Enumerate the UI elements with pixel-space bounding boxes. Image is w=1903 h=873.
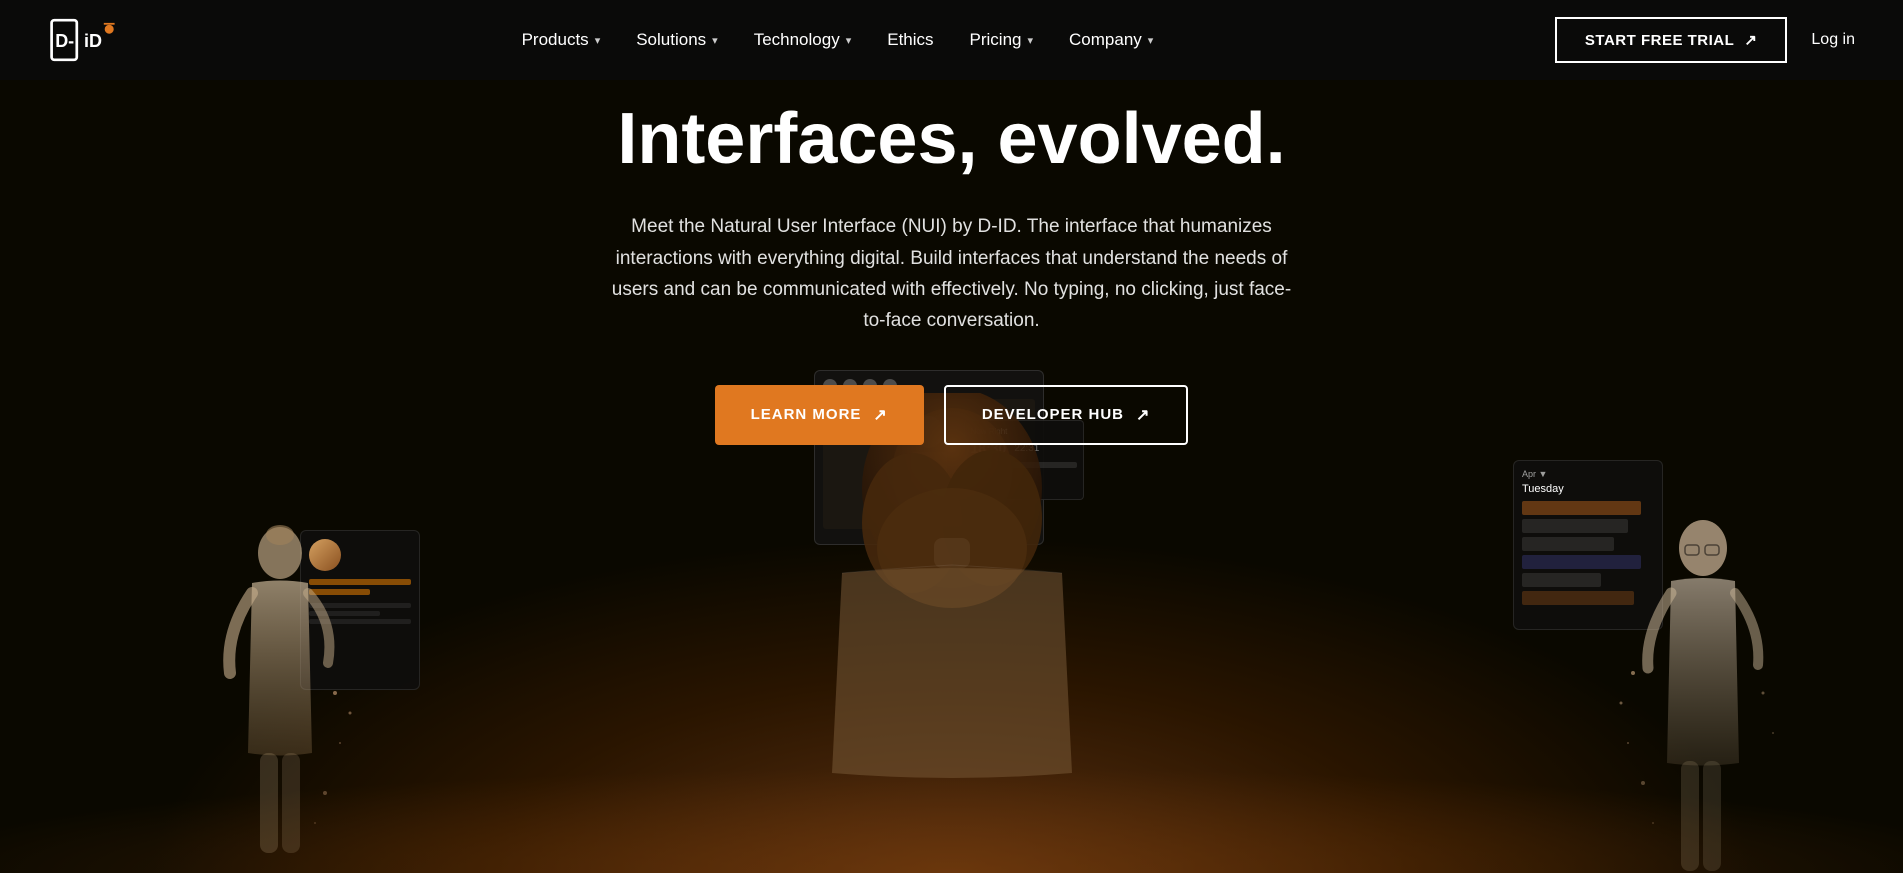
nav-item-ethics[interactable]: Ethics [887, 30, 933, 50]
hero-section: Now Right 18:30 22:31 Apr ▼ Tuesday [0, 0, 1903, 873]
arrow-icon: ↗ [1136, 405, 1150, 425]
nav-item-solutions[interactable]: Solutions ▾ [636, 30, 717, 50]
nav-right: START FREE TRIAL ↗ Log in [1555, 17, 1855, 63]
login-button[interactable]: Log in [1811, 31, 1855, 49]
nav-label-ethics: Ethics [887, 30, 933, 50]
hero-content: Interfaces, evolved. Meet the Natural Us… [612, 100, 1292, 385]
chevron-down-icon: ▾ [712, 34, 718, 47]
nav-label-technology: Technology [754, 30, 840, 50]
nav-label-products: Products [522, 30, 589, 50]
trial-arrow-icon: ↗ [1744, 31, 1757, 49]
chevron-down-icon: ▾ [1028, 34, 1034, 47]
chevron-down-icon: ▾ [595, 34, 601, 47]
nav-item-pricing[interactable]: Pricing ▾ [970, 30, 1034, 50]
hero-subtitle: Meet the Natural User Interface (NUI) by… [612, 211, 1292, 336]
nav-label-company: Company [1069, 30, 1142, 50]
nav-item-company[interactable]: Company ▾ [1069, 30, 1153, 50]
svg-text:iD: iD [84, 31, 102, 51]
nav-label-solutions: Solutions [636, 30, 706, 50]
nav-item-products[interactable]: Products ▾ [522, 30, 601, 50]
developer-hub-button[interactable]: DEVELOPER HUB ↗ [944, 385, 1189, 445]
nav-label-pricing: Pricing [970, 30, 1022, 50]
hero-buttons: LEARN MORE ↗ DEVELOPER HUB ↗ [715, 385, 1189, 445]
arrow-icon: ↗ [873, 405, 887, 425]
login-label: Log in [1811, 31, 1855, 48]
nav-links: Products ▾ Solutions ▾ Technology ▾ Ethi… [522, 30, 1154, 50]
learn-more-label: LEARN MORE [751, 406, 862, 423]
start-free-trial-button[interactable]: START FREE TRIAL ↗ [1555, 17, 1787, 63]
chevron-down-icon: ▾ [1148, 34, 1154, 47]
hero-title: Interfaces, evolved. [612, 100, 1292, 179]
learn-more-button[interactable]: LEARN MORE ↗ [715, 385, 924, 445]
dev-hub-label: DEVELOPER HUB [982, 406, 1124, 423]
svg-text:D-: D- [55, 31, 74, 51]
trial-button-label: START FREE TRIAL [1585, 32, 1734, 49]
chevron-down-icon: ▾ [846, 34, 852, 47]
main-nav: D- iD Products ▾ Solutions ▾ Technology … [0, 0, 1903, 80]
nav-item-technology[interactable]: Technology ▾ [754, 30, 852, 50]
logo[interactable]: D- iD [48, 12, 120, 68]
